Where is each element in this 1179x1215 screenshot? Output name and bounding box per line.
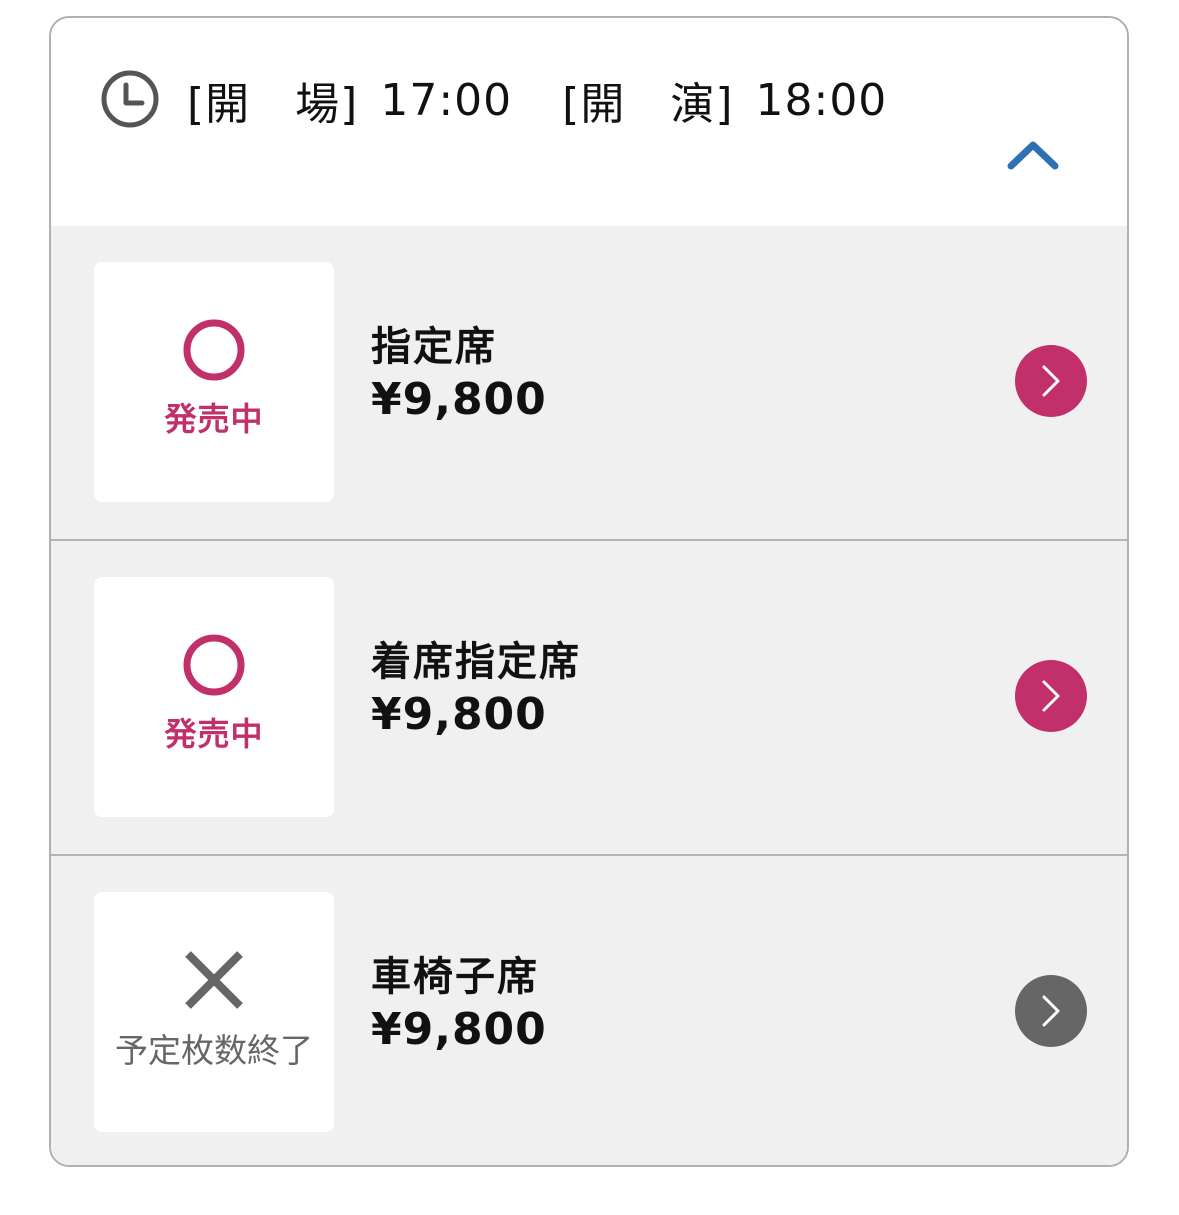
ticket-list: 発売中 指定席 ¥9,800 発売中 着席指定席 ¥9,800 予定枚数終了 車… xyxy=(51,226,1127,1165)
cross-icon xyxy=(185,951,243,1009)
ticket-row[interactable]: 発売中 指定席 ¥9,800 xyxy=(51,226,1127,539)
status-label: 予定枚数終了 xyxy=(115,1031,313,1070)
chevron-up-icon[interactable] xyxy=(1006,136,1060,172)
status-box: 予定枚数終了 xyxy=(94,892,334,1132)
seat-price: ¥9,800 xyxy=(371,374,547,425)
performance-header[interactable]: [開 場] 17:00 [開 演] 18:00 xyxy=(51,18,1127,226)
time-info: [開 場] 17:00 [開 演] 18:00 xyxy=(187,68,887,132)
select-ticket-button[interactable] xyxy=(1015,345,1087,417)
seat-name: 指定席 xyxy=(371,324,497,370)
select-ticket-button[interactable] xyxy=(1015,975,1087,1047)
ticket-row[interactable]: 発売中 着席指定席 ¥9,800 xyxy=(51,539,1127,854)
circle-icon xyxy=(183,634,245,696)
status-box: 発売中 xyxy=(94,577,334,817)
status-label: 発売中 xyxy=(164,400,264,438)
status-label: 発売中 xyxy=(164,715,264,753)
ticket-row[interactable]: 予定枚数終了 車椅子席 ¥9,800 xyxy=(51,854,1127,1165)
chevron-right-icon xyxy=(1042,365,1060,397)
status-box: 発売中 xyxy=(94,262,334,502)
circle-icon xyxy=(183,319,245,381)
start-time: 18:00 xyxy=(755,74,888,126)
seat-name: 着席指定席 xyxy=(371,639,581,685)
open-time-group: [開 場] 17:00 xyxy=(187,68,512,132)
chevron-right-icon xyxy=(1042,995,1060,1027)
seat-name: 車椅子席 xyxy=(371,954,539,1000)
start-label: [開 演] xyxy=(562,79,734,130)
clock-icon xyxy=(101,70,159,128)
open-label: [開 場] xyxy=(187,79,359,130)
seat-price: ¥9,800 xyxy=(371,1004,547,1055)
chevron-right-icon xyxy=(1042,680,1060,712)
open-time: 17:00 xyxy=(380,74,513,126)
seat-price: ¥9,800 xyxy=(371,689,547,740)
select-ticket-button[interactable] xyxy=(1015,660,1087,732)
start-time-group: [開 演] 18:00 xyxy=(562,68,887,132)
performance-card: [開 場] 17:00 [開 演] 18:00 発売中 指定席 ¥9,800 発… xyxy=(49,16,1129,1167)
